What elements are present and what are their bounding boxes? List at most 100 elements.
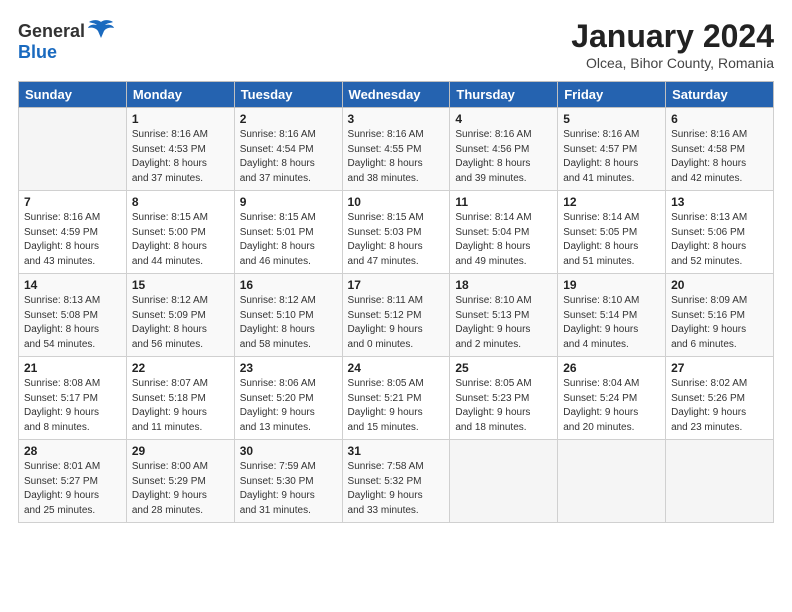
- calendar-cell: [19, 108, 127, 191]
- day-number: 3: [348, 112, 445, 126]
- logo-blue-text: Blue: [18, 43, 57, 63]
- day-number: 27: [671, 361, 768, 375]
- day-info: Sunrise: 8:08 AM Sunset: 5:17 PM Dayligh…: [24, 377, 121, 435]
- week-row-5: 28 Sunrise: 8:01 AM Sunset: 5:27 PM Dayli…: [19, 440, 774, 523]
- day-info: Sunrise: 8:06 AM Sunset: 5:20 PM Dayligh…: [240, 377, 337, 435]
- day-number: 19: [563, 278, 660, 292]
- day-number: 18: [455, 278, 552, 292]
- day-header-tuesday: Tuesday: [234, 82, 342, 108]
- day-info: Sunrise: 8:05 AM Sunset: 5:23 PM Dayligh…: [455, 377, 552, 435]
- day-info: Sunrise: 8:01 AM Sunset: 5:27 PM Dayligh…: [24, 460, 121, 518]
- logo-bird-icon: [87, 18, 115, 47]
- calendar-cell: 17 Sunrise: 8:11 AM Sunset: 5:12 PM Dayli…: [342, 274, 450, 357]
- day-info: Sunrise: 8:11 AM Sunset: 5:12 PM Dayligh…: [348, 294, 445, 352]
- day-number: 7: [24, 195, 121, 209]
- day-header-friday: Friday: [558, 82, 666, 108]
- calendar-cell: [450, 440, 558, 523]
- day-number: 26: [563, 361, 660, 375]
- calendar-cell: 25 Sunrise: 8:05 AM Sunset: 5:23 PM Dayli…: [450, 357, 558, 440]
- day-header-thursday: Thursday: [450, 82, 558, 108]
- day-info: Sunrise: 8:10 AM Sunset: 5:14 PM Dayligh…: [563, 294, 660, 352]
- calendar-cell: 11 Sunrise: 8:14 AM Sunset: 5:04 PM Dayli…: [450, 191, 558, 274]
- day-number: 10: [348, 195, 445, 209]
- calendar-cell: 6Sunrise: 8:16 AM Sunset: 4:58 PM Daylig…: [666, 108, 774, 191]
- day-info: Sunrise: 8:15 AM Sunset: 5:01 PM Dayligh…: [240, 211, 337, 269]
- day-info: Sunrise: 8:14 AM Sunset: 5:05 PM Dayligh…: [563, 211, 660, 269]
- day-header-wednesday: Wednesday: [342, 82, 450, 108]
- day-number: 2: [240, 112, 337, 126]
- calendar-cell: 23Sunrise: 8:06 AM Sunset: 5:20 PM Dayli…: [234, 357, 342, 440]
- day-number: 8: [132, 195, 229, 209]
- day-info: Sunrise: 8:02 AM Sunset: 5:26 PM Dayligh…: [671, 377, 768, 435]
- calendar-cell: [666, 440, 774, 523]
- day-info: Sunrise: 8:15 AM Sunset: 5:03 PM Dayligh…: [348, 211, 445, 269]
- day-number: 11: [455, 195, 552, 209]
- logo: General Blue: [18, 18, 115, 62]
- day-info: Sunrise: 8:16 AM Sunset: 4:54 PM Dayligh…: [240, 128, 337, 186]
- day-info: Sunrise: 7:59 AM Sunset: 5:30 PM Dayligh…: [240, 460, 337, 518]
- day-info: Sunrise: 8:16 AM Sunset: 4:59 PM Dayligh…: [24, 211, 121, 269]
- calendar-cell: 16 Sunrise: 8:12 AM Sunset: 5:10 PM Dayli…: [234, 274, 342, 357]
- calendar-cell: 31Sunrise: 7:58 AM Sunset: 5:32 PM Dayli…: [342, 440, 450, 523]
- day-number: 1: [132, 112, 229, 126]
- day-number: 16: [240, 278, 337, 292]
- logo-general-text: General: [18, 22, 85, 42]
- day-header-monday: Monday: [126, 82, 234, 108]
- day-number: 5: [563, 112, 660, 126]
- day-info: Sunrise: 8:16 AM Sunset: 4:57 PM Dayligh…: [563, 128, 660, 186]
- day-number: 17: [348, 278, 445, 292]
- day-info: Sunrise: 8:13 AM Sunset: 5:06 PM Dayligh…: [671, 211, 768, 269]
- day-number: 14: [24, 278, 121, 292]
- calendar-cell: 1 Sunrise: 8:16 AM Sunset: 4:53 PM Daylig…: [126, 108, 234, 191]
- day-info: Sunrise: 8:16 AM Sunset: 4:56 PM Dayligh…: [455, 128, 552, 186]
- calendar-cell: 28 Sunrise: 8:01 AM Sunset: 5:27 PM Dayli…: [19, 440, 127, 523]
- day-number: 12: [563, 195, 660, 209]
- day-number: 20: [671, 278, 768, 292]
- day-info: Sunrise: 8:12 AM Sunset: 5:10 PM Dayligh…: [240, 294, 337, 352]
- calendar-cell: 3 Sunrise: 8:16 AM Sunset: 4:55 PM Daylig…: [342, 108, 450, 191]
- calendar-cell: 26 Sunrise: 8:04 AM Sunset: 5:24 PM Dayli…: [558, 357, 666, 440]
- day-info: Sunrise: 8:09 AM Sunset: 5:16 PM Dayligh…: [671, 294, 768, 352]
- calendar-cell: 19 Sunrise: 8:10 AM Sunset: 5:14 PM Dayli…: [558, 274, 666, 357]
- calendar-cell: 12 Sunrise: 8:14 AM Sunset: 5:05 PM Dayli…: [558, 191, 666, 274]
- day-info: Sunrise: 8:14 AM Sunset: 5:04 PM Dayligh…: [455, 211, 552, 269]
- week-row-1: 1 Sunrise: 8:16 AM Sunset: 4:53 PM Daylig…: [19, 108, 774, 191]
- day-info: Sunrise: 8:16 AM Sunset: 4:53 PM Dayligh…: [132, 128, 229, 186]
- calendar-cell: 24 Sunrise: 8:05 AM Sunset: 5:21 PM Dayli…: [342, 357, 450, 440]
- day-number: 9: [240, 195, 337, 209]
- day-number: 24: [348, 361, 445, 375]
- week-row-3: 14Sunrise: 8:13 AM Sunset: 5:08 PM Dayli…: [19, 274, 774, 357]
- calendar-cell: 2 Sunrise: 8:16 AM Sunset: 4:54 PM Daylig…: [234, 108, 342, 191]
- calendar-cell: 9 Sunrise: 8:15 AM Sunset: 5:01 PM Daylig…: [234, 191, 342, 274]
- day-info: Sunrise: 8:05 AM Sunset: 5:21 PM Dayligh…: [348, 377, 445, 435]
- calendar-cell: 27 Sunrise: 8:02 AM Sunset: 5:26 PM Dayli…: [666, 357, 774, 440]
- day-info: Sunrise: 7:58 AM Sunset: 5:32 PM Dayligh…: [348, 460, 445, 518]
- calendar-cell: 21 Sunrise: 8:08 AM Sunset: 5:17 PM Dayli…: [19, 357, 127, 440]
- header-row: SundayMondayTuesdayWednesdayThursdayFrid…: [19, 82, 774, 108]
- day-number: 25: [455, 361, 552, 375]
- day-info: Sunrise: 8:12 AM Sunset: 5:09 PM Dayligh…: [132, 294, 229, 352]
- day-info: Sunrise: 8:16 AM Sunset: 4:55 PM Dayligh…: [348, 128, 445, 186]
- day-number: 13: [671, 195, 768, 209]
- day-info: Sunrise: 8:10 AM Sunset: 5:13 PM Dayligh…: [455, 294, 552, 352]
- day-number: 28: [24, 444, 121, 458]
- page: General Blue January 2024 Olcea, Bihor C…: [0, 0, 792, 533]
- calendar-cell: 7 Sunrise: 8:16 AM Sunset: 4:59 PM Daylig…: [19, 191, 127, 274]
- day-info: Sunrise: 8:00 AM Sunset: 5:29 PM Dayligh…: [132, 460, 229, 518]
- day-info: Sunrise: 8:04 AM Sunset: 5:24 PM Dayligh…: [563, 377, 660, 435]
- day-info: Sunrise: 8:16 AM Sunset: 4:58 PM Dayligh…: [671, 128, 768, 186]
- calendar-cell: 15 Sunrise: 8:12 AM Sunset: 5:09 PM Dayli…: [126, 274, 234, 357]
- calendar-cell: 14Sunrise: 8:13 AM Sunset: 5:08 PM Dayli…: [19, 274, 127, 357]
- day-number: 22: [132, 361, 229, 375]
- day-number: 30: [240, 444, 337, 458]
- day-number: 15: [132, 278, 229, 292]
- day-header-sunday: Sunday: [19, 82, 127, 108]
- day-number: 21: [24, 361, 121, 375]
- day-number: 29: [132, 444, 229, 458]
- week-row-2: 7 Sunrise: 8:16 AM Sunset: 4:59 PM Daylig…: [19, 191, 774, 274]
- week-row-4: 21 Sunrise: 8:08 AM Sunset: 5:17 PM Dayli…: [19, 357, 774, 440]
- calendar-cell: 4Sunrise: 8:16 AM Sunset: 4:56 PM Daylig…: [450, 108, 558, 191]
- calendar-table: SundayMondayTuesdayWednesdayThursdayFrid…: [18, 81, 774, 523]
- day-info: Sunrise: 8:07 AM Sunset: 5:18 PM Dayligh…: [132, 377, 229, 435]
- calendar-cell: 18 Sunrise: 8:10 AM Sunset: 5:13 PM Dayli…: [450, 274, 558, 357]
